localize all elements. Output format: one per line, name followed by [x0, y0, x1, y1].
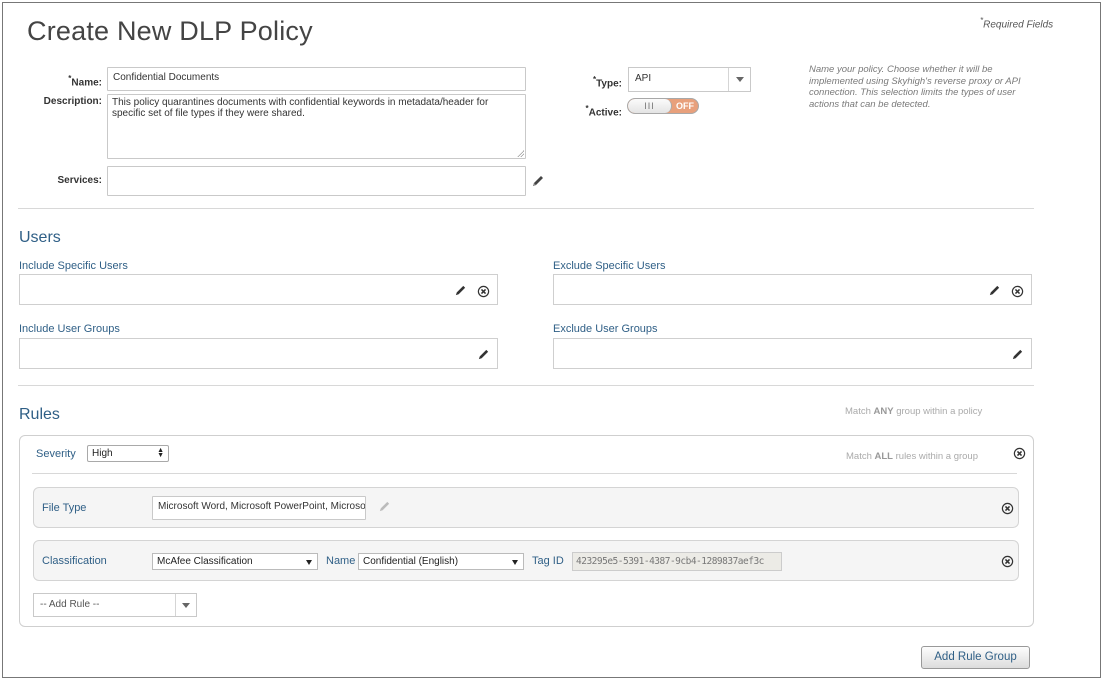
include-user-groups-label: Include User Groups [19, 323, 120, 335]
include-specific-users-label: Include Specific Users [19, 260, 128, 272]
tag-id-label: Tag ID [532, 555, 564, 567]
type-select-arrow [728, 68, 750, 91]
rule-row-file-type: File Type Microsoft Word, Microsoft Powe… [33, 487, 1019, 528]
exclude-user-groups-field[interactable] [553, 338, 1032, 369]
chevron-down-icon [735, 77, 744, 82]
chevron-down-icon [512, 560, 518, 565]
include-specific-users-field[interactable] [19, 274, 498, 305]
required-fields-note: *Required Fields [980, 16, 1054, 31]
classifier-select[interactable]: McAfee Classification [152, 553, 318, 570]
classification-name-label: Name [326, 555, 356, 567]
type-label: *Type: [592, 75, 622, 90]
match-any-note: Match ANY group within a policy [845, 406, 983, 417]
add-rule-select-value: -- Add Rule -- [40, 599, 100, 610]
file-type-edit-pencil-icon[interactable] [378, 500, 392, 514]
type-select-value: API [635, 73, 652, 84]
rules-section-title: Rules [19, 406, 60, 423]
include-user-groups-field[interactable] [19, 338, 498, 369]
match-all-note: Match ALL rules within a group [846, 451, 979, 462]
services-label: Services: [57, 175, 102, 186]
description-text: This policy quarantines documents with c… [112, 97, 489, 119]
exclude-specific-users-label: Exclude Specific Users [553, 260, 666, 272]
chevron-down-icon [306, 560, 312, 565]
classification-name-value: Confidential (English) [363, 556, 459, 567]
tag-id-readonly-field: 423295e5-5391-4387-9cb4-1289837aef3c [572, 552, 782, 571]
file-type-input[interactable]: Microsoft Word, Microsoft PowerPoint, Mi… [152, 496, 366, 520]
classification-name-select[interactable]: Confidential (English) [358, 553, 524, 570]
section-divider [18, 208, 1034, 209]
resize-grip-icon[interactable] [517, 150, 524, 157]
include-users-edit-pencil-icon[interactable] [453, 283, 467, 297]
classification-label: Classification [42, 555, 107, 567]
classifier-select-value: McAfee Classification [157, 556, 253, 567]
page-title: Create New DLP Policy [27, 16, 313, 46]
add-rule-select[interactable]: -- Add Rule -- [33, 593, 197, 617]
name-label: *Name: [68, 74, 102, 89]
toggle-knob: III [628, 99, 672, 113]
toggle-state-text: OFF [676, 101, 694, 111]
exclude-user-groups-label: Exclude User Groups [553, 323, 658, 335]
section-divider [18, 385, 1034, 386]
include-users-clear-icon[interactable] [476, 284, 490, 298]
severity-label: Severity [36, 448, 76, 460]
exclude-users-clear-icon[interactable] [1010, 284, 1024, 298]
exclude-users-edit-pencil-icon[interactable] [987, 283, 1001, 297]
remove-file-type-rule-icon[interactable] [1000, 501, 1014, 515]
rule-group-divider [32, 473, 1017, 474]
include-groups-edit-pencil-icon[interactable] [476, 347, 490, 361]
policy-help-text: Name your policy. Choose whether it will… [809, 64, 1021, 110]
services-edit-pencil-icon[interactable] [531, 174, 545, 188]
remove-rule-group-icon[interactable] [1012, 446, 1026, 460]
exclude-specific-users-field[interactable] [553, 274, 1032, 305]
severity-select[interactable]: High ▲ ▼ [87, 445, 169, 462]
exclude-groups-edit-pencil-icon[interactable] [1010, 347, 1024, 361]
services-input[interactable] [107, 166, 526, 196]
name-input[interactable]: Confidential Documents [107, 67, 526, 91]
description-textarea[interactable]: This policy quarantines documents with c… [107, 94, 526, 159]
file-type-label: File Type [42, 502, 87, 514]
description-label: Description: [43, 96, 102, 107]
rule-group: Severity High ▲ ▼ Match ALL rules within … [19, 435, 1034, 627]
remove-classification-rule-icon[interactable] [1000, 554, 1014, 568]
active-toggle[interactable]: III OFF [627, 98, 699, 114]
updown-arrows-icon: ▲ ▼ [157, 447, 164, 459]
chevron-down-icon [182, 602, 190, 608]
severity-select-value: High [92, 448, 113, 459]
rule-row-classification: Classification McAfee Classification Nam… [33, 540, 1019, 581]
add-rule-arrow [175, 594, 196, 616]
users-section-title: Users [19, 229, 61, 246]
add-rule-group-button[interactable]: Add Rule Group [921, 646, 1030, 669]
type-select[interactable]: API [628, 67, 751, 92]
active-label: *Active: [585, 104, 622, 119]
